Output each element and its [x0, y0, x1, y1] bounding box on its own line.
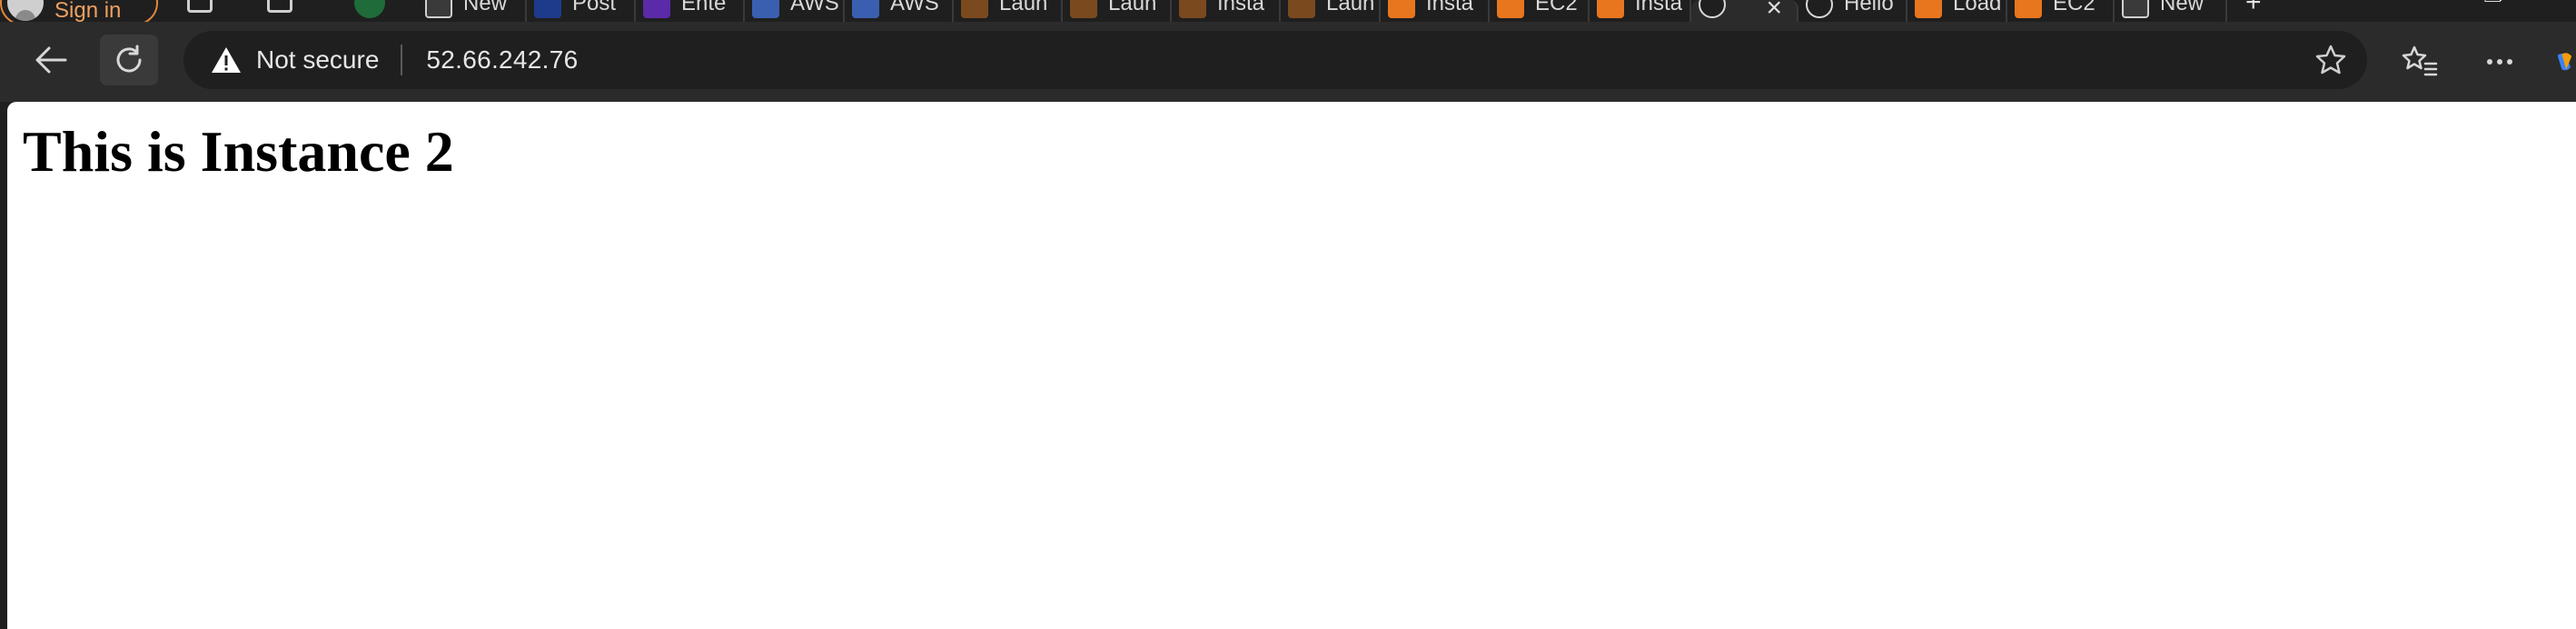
divider — [401, 45, 403, 75]
tab[interactable]: Laun — [954, 0, 1063, 22]
tab[interactable]: Insta — [1172, 0, 1281, 22]
page-viewport: This is Instance 2 — [7, 102, 2576, 629]
tab-title: EC2 — [1535, 0, 1578, 15]
tab-strip: Sign in New Post Ente AWS AWS Laun Laun Insta La… — [0, 0, 2576, 22]
tab[interactable]: New — [418, 0, 527, 22]
tab[interactable]: New — [2115, 0, 2227, 22]
reload-icon — [116, 45, 142, 73]
profile-label: Sign in — [54, 0, 122, 22]
more-options-icon[interactable] — [2482, 44, 2518, 80]
url-text[interactable]: 52.66.242.76 — [426, 45, 578, 75]
tab-title: Insta — [1217, 0, 1265, 15]
tab-favicon-icon — [1915, 0, 1942, 18]
tab-favicon-icon — [852, 0, 879, 18]
pinned-tab-icon[interactable] — [354, 0, 385, 18]
tab-title: Insta — [1635, 0, 1683, 15]
tab-favicon-icon — [1388, 0, 1415, 18]
warning-icon — [212, 47, 241, 73]
tab-favicon-icon — [1597, 0, 1624, 18]
workspaces-icon[interactable] — [187, 0, 213, 13]
tab[interactable]: Load — [1907, 0, 2007, 22]
tab-favicon-icon — [425, 0, 452, 18]
favorite-star-icon[interactable] — [2314, 44, 2347, 76]
tab-favicon-icon — [1179, 0, 1206, 18]
tab[interactable]: AWS — [845, 0, 954, 22]
reload-button[interactable] — [100, 35, 158, 85]
tab[interactable]: Insta — [1590, 0, 1691, 22]
avatar — [7, 0, 44, 21]
favorites-icon[interactable] — [2402, 44, 2438, 80]
tab[interactable]: Laun — [1281, 0, 1381, 22]
toolbar: Not secure 52.66.242.76 — [0, 22, 2576, 102]
tab-title: Laun — [1326, 0, 1375, 15]
tab-title: Laun — [999, 0, 1048, 15]
tab[interactable]: Insta — [1381, 0, 1490, 22]
profile-button[interactable]: Sign in — [0, 0, 158, 22]
tab-title: AWS — [890, 0, 939, 15]
tab-title: EC2 — [2053, 0, 2095, 15]
tab-title: New — [2160, 0, 2204, 15]
new-tab-icon[interactable]: + — [2245, 0, 2262, 18]
tab-favicon-icon — [534, 0, 561, 18]
tab-title: New — [463, 0, 508, 15]
restore-icon[interactable]: ❐ — [2483, 0, 2503, 8]
tab-favicon-icon — [1288, 0, 1315, 18]
tab-title: Insta — [1426, 0, 1474, 15]
minimize-icon[interactable]: – — [2394, 0, 2410, 11]
copilot-icon[interactable] — [2554, 44, 2576, 80]
page-heading: This is Instance 2 — [23, 119, 454, 184]
close-tab-icon[interactable]: × — [1766, 0, 1782, 22]
address-bar[interactable]: Not secure 52.66.242.76 — [183, 31, 2367, 89]
tab-favicon-icon — [961, 0, 988, 18]
tab[interactable]: Post — [527, 0, 636, 22]
tab-title: Laun — [1108, 0, 1157, 15]
security-status[interactable]: Not secure — [256, 45, 379, 75]
tab-favicon-icon — [752, 0, 779, 18]
tab-favicon-icon — [2122, 0, 2149, 18]
back-button[interactable] — [22, 35, 80, 85]
tab-title: Post — [572, 0, 617, 15]
tab-favicon-icon — [1497, 0, 1524, 18]
tab-favicon-icon — [643, 0, 670, 18]
back-arrow-icon — [35, 46, 67, 74]
tab[interactable]: Laun — [1063, 0, 1172, 22]
tab[interactable]: Hello — [1798, 0, 1907, 22]
tab-title: Hello — [1844, 0, 1894, 15]
tab-favicon-icon — [2015, 0, 2042, 18]
tab[interactable]: EC2 — [2007, 0, 2115, 22]
tab-favicon-icon — [1070, 0, 1097, 18]
tab-active[interactable]: × — [1691, 0, 1798, 22]
tab-favicon-icon — [1806, 0, 1833, 18]
tab[interactable]: AWS — [745, 0, 845, 22]
tab-title: Ente — [681, 0, 727, 15]
tab[interactable]: Ente — [636, 0, 745, 22]
tab-actions-icon[interactable] — [267, 0, 292, 13]
tab[interactable]: EC2 — [1490, 0, 1590, 22]
tab-title: AWS — [790, 0, 839, 15]
tab-favicon-icon — [1699, 0, 1726, 18]
tab-title: Load — [1953, 0, 2002, 15]
